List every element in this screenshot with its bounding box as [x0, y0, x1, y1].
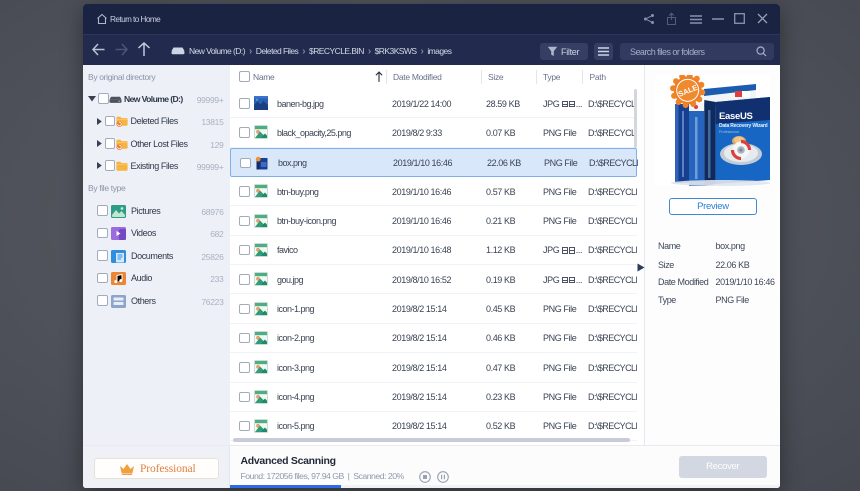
svg-text:EaseUS: EaseUS [719, 111, 753, 122]
svg-text:Professional: Professional [719, 130, 739, 134]
svg-text:Data Recovery Wizard: Data Recovery Wizard [719, 123, 768, 129]
